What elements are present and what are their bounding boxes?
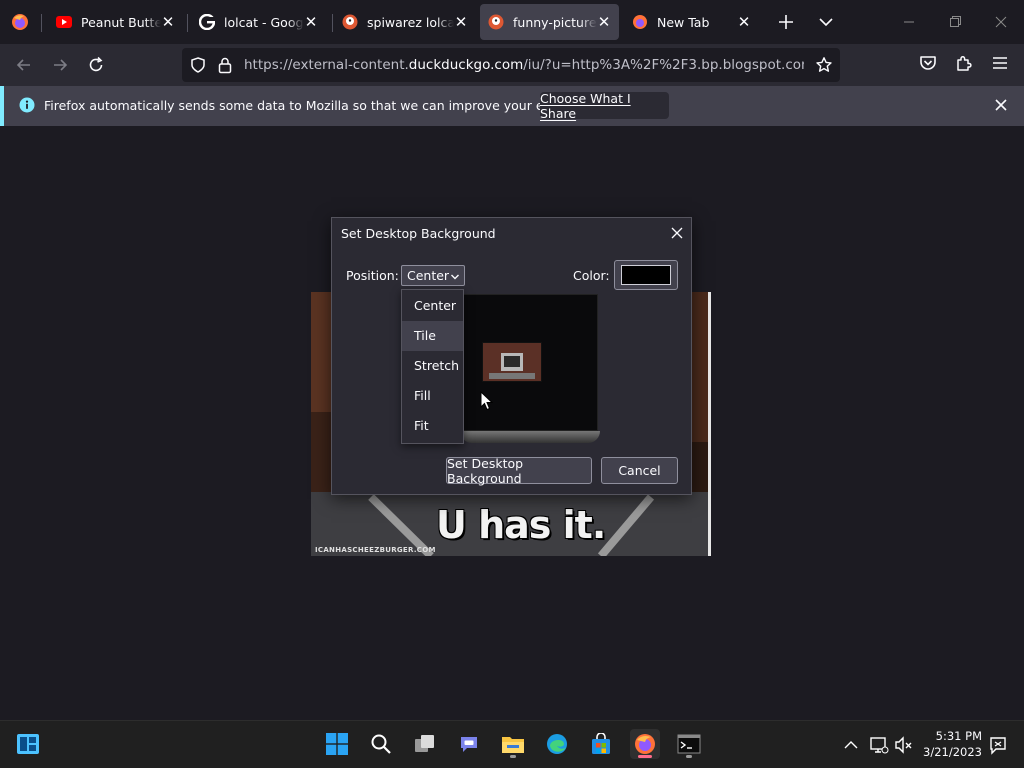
data-collection-notification-bar: Firefox automatically sends some data to… <box>0 86 1024 126</box>
terminal-icon[interactable] <box>674 729 704 759</box>
search-icon[interactable] <box>366 729 396 759</box>
position-dropdown-menu: Center Tile Stretch Fill Fit <box>401 289 464 444</box>
position-select-value: Center <box>407 268 450 283</box>
tab-label: New Tab <box>657 14 710 30</box>
running-indicator <box>638 755 652 758</box>
widgets-icon[interactable] <box>13 729 43 759</box>
new-tab-plus-icon[interactable] <box>776 12 796 32</box>
duckduckgo-icon <box>342 14 358 30</box>
tab-label: lolcat - Google Search <box>224 14 304 30</box>
windows-start-icon[interactable] <box>322 729 352 759</box>
hamburger-menu-icon[interactable] <box>990 53 1010 75</box>
tab-label: spiwarez lolcat at DuckDuckGo <box>367 14 454 30</box>
clock-date: 3/21/2023 <box>923 745 982 759</box>
info-icon <box>19 97 35 113</box>
youtube-icon <box>56 14 72 30</box>
show-hidden-icons-chevron-icon[interactable] <box>842 737 860 753</box>
close-notification-icon[interactable] <box>992 96 1010 114</box>
url-prefix: https://external-content. <box>244 57 409 73</box>
tab-strip: Peanut Butter Jelly ✕ lolcat - Google Se… <box>0 0 1024 44</box>
microsoft-store-icon[interactable] <box>586 729 616 759</box>
edge-browser-icon[interactable] <box>542 729 572 759</box>
close-window-icon[interactable] <box>992 14 1010 30</box>
tab-funny-pictures[interactable]: funny-pictures-computer ✕ <box>480 4 619 40</box>
minimize-window-icon[interactable] <box>900 14 918 30</box>
image-caption-text: U has it. <box>436 503 606 547</box>
tab-label: funny-pictures-computer <box>513 14 597 30</box>
image-credit-text: ICANHASCHEEZBURGER.COM <box>315 546 436 554</box>
tab-lolcat-google[interactable]: lolcat - Google Search ✕ <box>191 4 326 40</box>
notification-message: Firefox automatically sends some data to… <box>44 98 610 113</box>
reload-icon[interactable] <box>81 50 111 80</box>
cancel-button[interactable]: Cancel <box>601 457 678 484</box>
list-all-tabs-chevron-icon[interactable] <box>816 12 836 32</box>
close-tab-icon[interactable]: ✕ <box>161 15 175 30</box>
url-bar[interactable]: https://external-content.duckduckgo.com/… <box>182 48 840 82</box>
url-text[interactable]: https://external-content.duckduckgo.com/… <box>244 57 804 73</box>
duckduckgo-icon <box>488 14 504 30</box>
dropdown-option-fill[interactable]: Fill <box>402 381 463 411</box>
tab-spiwarez-duckduckgo[interactable]: spiwarez lolcat at DuckDuckGo ✕ <box>334 4 476 40</box>
color-swatch <box>621 265 671 285</box>
choose-what-i-share-button[interactable]: Choose What I Share <box>540 90 669 121</box>
monitor-stand <box>460 431 600 443</box>
bookmark-star-icon[interactable] <box>815 56 833 74</box>
clock-time: 5:31 PM <box>935 729 982 743</box>
button-label: Set Desktop Background <box>447 455 524 486</box>
tracking-protection-shield-icon[interactable] <box>189 56 207 74</box>
tab-label: Peanut Butter Jelly <box>81 14 161 30</box>
color-picker-button[interactable] <box>614 260 678 290</box>
network-icon[interactable] <box>869 735 889 755</box>
set-desktop-background-button[interactable]: Set Desktop Background <box>446 455 592 486</box>
close-tab-icon[interactable]: ✕ <box>597 15 611 30</box>
tab-new-tab[interactable]: New Tab ✕ <box>624 4 759 40</box>
forward-arrow-icon[interactable] <box>45 50 75 80</box>
windows-taskbar: 5:31 PM 3/21/2023 <box>0 720 1024 768</box>
position-label: Position: <box>346 268 399 283</box>
url-suffix: /iu/?u=http%3A%2F%2F3.bp.blogspot.com%2F… <box>523 57 804 73</box>
position-select[interactable]: Center <box>401 265 465 286</box>
dropdown-option-fit[interactable]: Fit <box>402 411 463 441</box>
google-icon <box>198 13 216 31</box>
dropdown-option-center[interactable]: Center <box>402 291 463 321</box>
notification-center-icon[interactable] <box>988 735 1008 755</box>
button-label: Choose What I Share <box>540 90 631 121</box>
extensions-puzzle-icon[interactable] <box>954 53 974 75</box>
dialog-title: Set Desktop Background <box>341 226 496 241</box>
task-view-icon[interactable] <box>410 729 440 759</box>
color-label: Color: <box>573 268 610 283</box>
tab-peanut-butter-jelly[interactable]: Peanut Butter Jelly ✕ <box>48 4 183 40</box>
teams-chat-icon[interactable] <box>454 729 484 759</box>
close-tab-icon[interactable]: ✕ <box>304 15 318 30</box>
button-label: Cancel <box>618 463 661 478</box>
dropdown-option-tile[interactable]: Tile <box>402 321 463 351</box>
running-indicator <box>510 755 516 758</box>
restore-window-icon[interactable] <box>946 14 964 30</box>
chevron-down-icon <box>450 269 460 281</box>
monitor-preview-image <box>482 342 542 382</box>
url-domain: duckduckgo.com <box>408 57 524 73</box>
set-desktop-background-dialog: Set Desktop Background Position: Center … <box>331 217 692 495</box>
lock-icon[interactable] <box>217 56 233 74</box>
dropdown-option-stretch[interactable]: Stretch <box>402 351 463 381</box>
back-arrow-icon[interactable] <box>9 50 39 80</box>
firefox-icon <box>632 14 648 30</box>
firefox-taskbar-icon[interactable] <box>630 729 660 759</box>
pocket-icon[interactable] <box>918 53 938 75</box>
close-tab-icon[interactable]: ✕ <box>737 15 751 30</box>
system-clock[interactable]: 5:31 PM 3/21/2023 <box>920 728 982 760</box>
running-indicator <box>686 755 692 758</box>
close-tab-icon[interactable]: ✕ <box>454 15 468 30</box>
volume-muted-icon[interactable] <box>894 735 914 755</box>
mouse-cursor-icon <box>480 390 494 411</box>
file-explorer-icon[interactable] <box>498 729 528 759</box>
close-dialog-icon[interactable] <box>668 224 686 242</box>
firefox-view-icon[interactable] <box>10 12 30 32</box>
